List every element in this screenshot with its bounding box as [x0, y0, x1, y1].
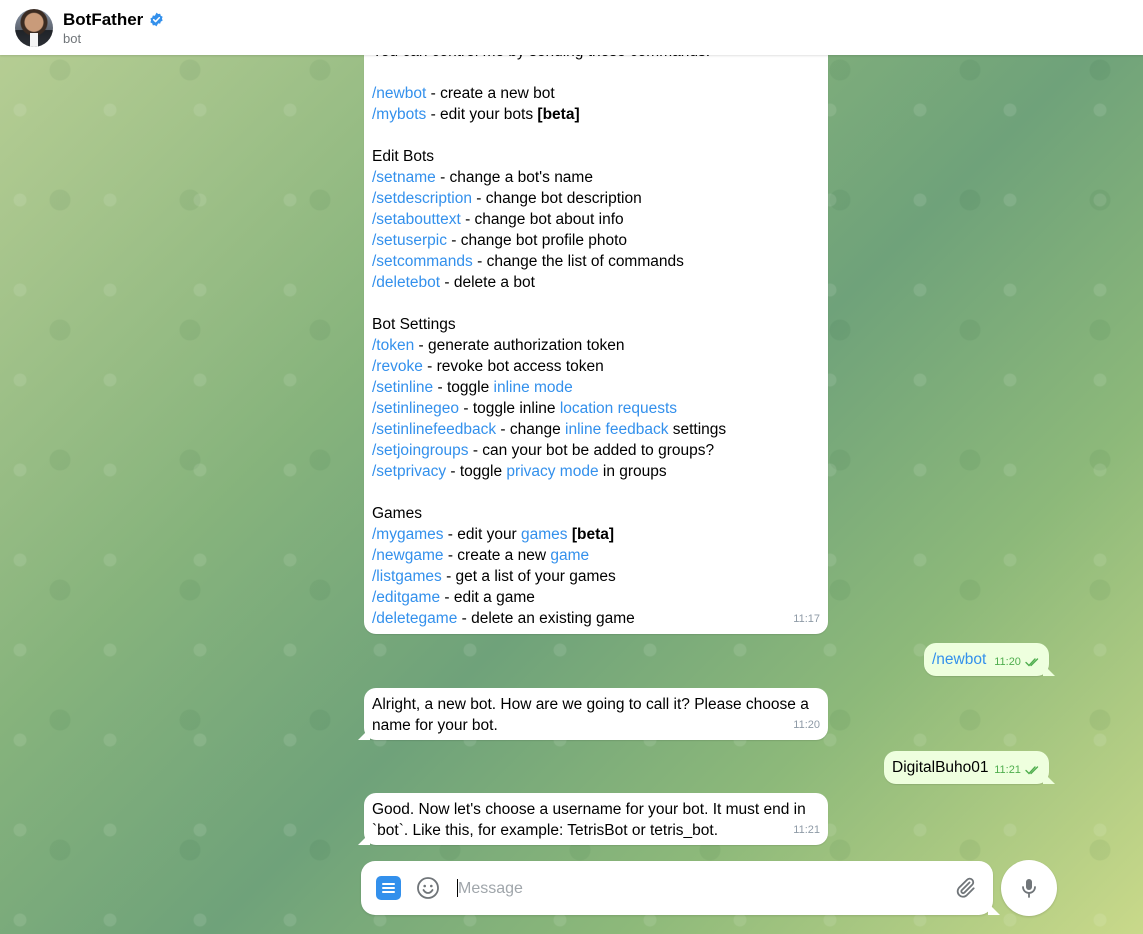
command-link[interactable]: /newbot [372, 85, 426, 102]
verified-badge-icon [150, 12, 163, 27]
command-link[interactable]: /setabouttext [372, 211, 461, 228]
double-check-icon [1025, 766, 1039, 775]
text-link[interactable]: privacy mode [506, 463, 598, 480]
list-item: /setdescription - change bot description [372, 190, 642, 207]
command-link[interactable]: /setname [372, 169, 436, 186]
command-link[interactable]: /setprivacy [372, 463, 446, 480]
list-item: /newbot - create a new bot [372, 85, 555, 102]
text-link[interactable]: games [521, 526, 568, 543]
section-heading: Games [372, 505, 422, 522]
text-link[interactable]: inline mode [494, 379, 573, 396]
message-text: DigitalBuho01 [892, 759, 989, 776]
microphone-icon [1022, 879, 1036, 898]
message-time: 11:20 [793, 719, 820, 731]
message-commands: You can control me by sending these comm… [364, 43, 828, 634]
list-item: /mygames - edit your games [beta] [372, 526, 615, 543]
chat-header[interactable]: BotFather bot [0, 0, 1143, 55]
message-time: 11:21 [793, 824, 820, 836]
command-link[interactable]: /setdescription [372, 190, 472, 207]
list-item: /editgame - edit a game [372, 589, 535, 606]
list-item: /mybots - edit your bots [beta] [372, 106, 580, 123]
message-time: 11:17 [793, 613, 820, 625]
text-link[interactable]: game [550, 547, 589, 564]
command-link[interactable]: /deletegame [372, 610, 457, 627]
paperclip-icon[interactable] [953, 876, 977, 900]
command-link[interactable]: /revoke [372, 358, 423, 375]
message-outgoing: /newbot 11:20 [924, 643, 1049, 676]
chat-subtitle: bot [63, 30, 82, 46]
command-link[interactable]: /setuserpic [372, 232, 447, 249]
command-link[interactable]: /newgame [372, 547, 444, 564]
list-item: /setjoingroups - can your bot be added t… [372, 442, 715, 459]
message-composer[interactable] [361, 861, 993, 915]
message-text: Alright, a new bot. How are we going to … [372, 696, 809, 734]
list-item: /setprivacy - toggle privacy mode in gro… [372, 463, 667, 480]
list-item: /token - generate authorization token [372, 337, 625, 354]
command-link[interactable]: /setjoingroups [372, 442, 469, 459]
text-link[interactable]: inline feedback [565, 421, 668, 438]
command-link[interactable]: /setinlinegeo [372, 400, 459, 417]
command-link[interactable]: /mygames [372, 526, 444, 543]
voice-record-button[interactable] [1001, 860, 1057, 916]
message-outgoing: DigitalBuho01 11:21 [884, 751, 1049, 784]
message-time: 11:20 [994, 652, 1041, 673]
message-incoming: Good. Now let's choose a username for yo… [364, 793, 828, 845]
list-item: /deletegame - delete an existing game [372, 610, 635, 627]
command-link[interactable]: /deletebot [372, 274, 440, 291]
command-link[interactable]: /listgames [372, 568, 442, 585]
message-text: Good. Now let's choose a username for yo… [372, 801, 806, 839]
double-check-icon [1025, 658, 1039, 667]
message-time: 11:21 [994, 760, 1041, 781]
command-link[interactable]: /setinlinefeedback [372, 421, 496, 438]
list-item: /setname - change a bot's name [372, 169, 593, 186]
list-item: /setinline - toggle inline mode [372, 379, 573, 396]
section-heading: Edit Bots [372, 148, 435, 165]
message-input[interactable] [456, 873, 940, 905]
chat-title: BotFather [63, 9, 144, 29]
command-link[interactable]: /mybots [372, 106, 426, 123]
list-item: /listgames - get a list of your games [372, 568, 616, 585]
command-link[interactable]: /token [372, 337, 414, 354]
list-item: /setuserpic - change bot profile photo [372, 232, 628, 249]
list-item: /newgame - create a new game [372, 547, 590, 564]
command-link[interactable]: /setcommands [372, 253, 473, 270]
message-incoming: Alright, a new bot. How are we going to … [364, 688, 828, 740]
list-item: /deletebot - delete a bot [372, 274, 535, 291]
text-link[interactable]: location requests [560, 400, 677, 417]
bot-menu-button[interactable] [376, 876, 401, 900]
text-caret [457, 879, 458, 897]
avatar[interactable] [15, 8, 53, 47]
list-item: /setabouttext - change bot about info [372, 211, 624, 228]
chat-title-block[interactable]: BotFather bot [63, 10, 164, 46]
emoji-icon[interactable] [416, 876, 440, 900]
section-heading: Bot Settings [372, 316, 456, 333]
message-list[interactable]: You can control me by sending these comm… [0, 43, 1143, 934]
list-item: /setinlinefeedback - change inline feedb… [372, 421, 727, 438]
list-item: /setinlinegeo - toggle inline location r… [372, 400, 678, 417]
command-link[interactable]: /editgame [372, 589, 440, 606]
command-link[interactable]: /newbot [932, 649, 986, 670]
command-link[interactable]: /setinline [372, 379, 433, 396]
list-item: /revoke - revoke bot access token [372, 358, 604, 375]
list-item: /setcommands - change the list of comman… [372, 253, 684, 270]
